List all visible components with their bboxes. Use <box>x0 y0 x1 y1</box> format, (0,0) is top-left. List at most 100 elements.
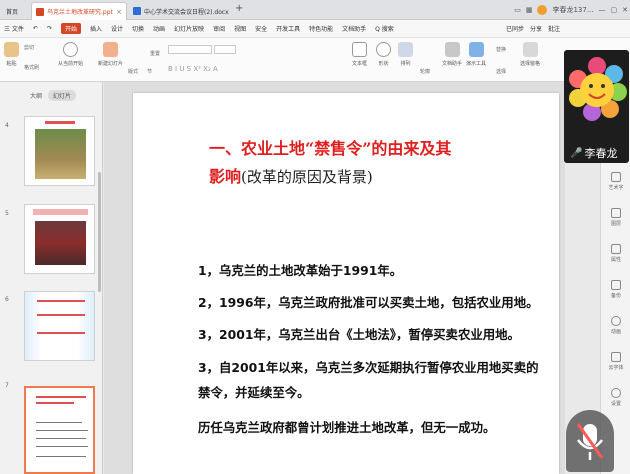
sync-status[interactable]: 已同步 <box>506 24 524 33</box>
thumb-line <box>36 396 86 398</box>
menu-design[interactable]: 设计 <box>111 24 123 33</box>
slide-bullet-4-cont[interactable]: 禁令，并延续至今。 <box>198 383 310 401</box>
slide-thumbnail-6[interactable] <box>24 291 95 361</box>
backup-tool[interactable]: 备份 <box>601 280 630 299</box>
mute-toggle-button[interactable] <box>566 410 614 472</box>
undo-icon[interactable]: ↶ <box>33 25 38 32</box>
grid-icon[interactable]: ▦ <box>526 6 533 14</box>
menu-search[interactable]: Q 搜索 <box>375 24 394 33</box>
slide-conclusion[interactable]: 历任乌克兰政府都曾计划推进土地改革，但无一成功。 <box>198 418 495 436</box>
window-layout-icon[interactable]: ▭ <box>514 6 521 14</box>
select-button[interactable]: 选择 <box>496 68 506 75</box>
font-name-select[interactable] <box>168 45 212 54</box>
format-painter-button[interactable]: 格式刷 <box>24 64 39 71</box>
thumb-line <box>36 422 82 423</box>
ppt-file-icon <box>36 7 44 16</box>
close-tab-icon[interactable]: × <box>116 8 122 16</box>
layer-tool[interactable]: 图层 <box>601 208 630 227</box>
shape-button[interactable]: 形状 <box>376 42 391 67</box>
ribbon-toolbar: 粘贴 剪切 格式刷 从当前开始 新建幻灯片 版式 节 重置 B I U S X²… <box>0 38 630 82</box>
section-button[interactable]: 节 <box>147 68 152 75</box>
arrange-icon <box>398 42 413 57</box>
panel-scrollbar[interactable] <box>98 172 101 292</box>
comment-button[interactable]: 批注 <box>548 24 560 33</box>
textbox-button[interactable]: 文本框 <box>352 42 367 67</box>
font-format-icons[interactable]: B I U S X² X₂ A <box>168 65 218 73</box>
close-window-icon[interactable]: ✕ <box>622 6 628 14</box>
slide-title-line1[interactable]: 一、农业土地“禁售令”的由来及其 <box>209 135 451 159</box>
select-pane-icon <box>522 42 538 57</box>
backup-icon <box>611 280 621 290</box>
presenter-tools-button[interactable]: 演示工具 <box>466 42 486 67</box>
tab-presentation[interactable]: 乌克兰土地改革研究.ppt × <box>31 2 127 20</box>
slide-title-line2[interactable]: 影响(改革的原因及背景) <box>209 163 373 187</box>
property-icon <box>611 244 621 254</box>
minimize-icon[interactable]: — <box>599 6 606 14</box>
slide-bullet-3[interactable]: 3，2001年，乌克兰出台《土地法》，暂停买卖农业用地。 <box>198 325 520 343</box>
menu-features[interactable]: 特色功能 <box>309 24 333 33</box>
select-pane-button[interactable]: 选择窗格 <box>520 42 540 67</box>
cloud-font-icon <box>611 352 621 362</box>
tab-home[interactable]: 首页 <box>2 2 30 20</box>
menu-view[interactable]: 视图 <box>234 24 246 33</box>
slide-bullet-4[interactable]: 3，自2001年以来，乌克兰多次延期执行暂停农业用地买卖的 <box>198 358 538 376</box>
tab-document[interactable]: 中心学术交流会议日程(2).docx <box>129 2 231 20</box>
menu-animation[interactable]: 动画 <box>153 24 165 33</box>
slide-number-7: 7 <box>5 382 9 389</box>
slide-bullet-2[interactable]: 2，1996年，乌克兰政府批准可以买卖土地，包括农业用地。 <box>198 293 538 311</box>
paste-button[interactable]: 粘贴 <box>4 42 19 67</box>
menu-developer[interactable]: 开发工具 <box>276 24 300 33</box>
text-assistant-icon <box>444 42 460 57</box>
slide-number-6: 6 <box>5 296 9 303</box>
video-call-tile[interactable]: 🎤 李春龙 <box>564 50 629 163</box>
settings-tool[interactable]: 设置 <box>601 388 630 407</box>
property-tool[interactable]: 属性 <box>601 244 630 263</box>
slide-thumbnail-7[interactable] <box>24 386 95 474</box>
redo-icon[interactable]: ↷ <box>47 25 52 32</box>
arrange-button[interactable]: 排列 <box>398 42 413 67</box>
layout-button[interactable]: 版式 <box>128 68 138 75</box>
wordart-icon <box>611 172 621 182</box>
slide-thumbnail-4[interactable] <box>24 116 95 186</box>
outline-button[interactable]: 轮廓 <box>420 68 430 75</box>
shape-icon <box>376 42 391 57</box>
thumb-title-bar <box>33 209 88 215</box>
menu-transition[interactable]: 切换 <box>132 24 144 33</box>
new-tab-button[interactable]: + <box>235 3 243 14</box>
play-from-current-button[interactable]: 从当前开始 <box>58 42 83 67</box>
menu-assistant[interactable]: 文档助手 <box>342 24 366 33</box>
menu-home[interactable]: 开始 <box>60 23 81 34</box>
wps-presentation-window: 首页 乌克兰土地改革研究.ppt × 中心学术交流会议日程(2).docx + … <box>0 0 630 474</box>
text-assistant-button[interactable]: 文档助手 <box>442 42 462 67</box>
animation-icon <box>611 316 621 326</box>
new-slide-button[interactable]: 新建幻灯片 <box>98 42 123 67</box>
cloud-font-tool[interactable]: 云字体 <box>601 352 630 371</box>
avatar-flower-image <box>569 57 627 121</box>
replace-button[interactable]: 替换 <box>496 46 506 53</box>
restore-icon[interactable]: ▢ <box>611 6 618 14</box>
flower-eye-left <box>589 84 593 88</box>
menu-slideshow[interactable]: 幻灯片放映 <box>174 24 204 33</box>
slide-bullet-1[interactable]: 1，乌克兰的土地改革始于1991年。 <box>198 261 402 279</box>
flower-eye-right <box>601 84 605 88</box>
animation-tool[interactable]: 动画 <box>601 316 630 335</box>
menu-review[interactable]: 审阅 <box>213 24 225 33</box>
mic-active-icon: 🎤 <box>570 147 583 159</box>
reset-button[interactable]: 重置 <box>150 50 160 57</box>
wordart-tool[interactable]: 艺术字 <box>601 172 630 191</box>
user-avatar[interactable] <box>537 5 548 15</box>
menu-file[interactable]: 三 文件 <box>4 24 24 33</box>
thumb-line <box>36 438 86 439</box>
slide-title-red: 影响 <box>209 167 242 186</box>
user-name[interactable]: 李春龙137... <box>552 5 593 15</box>
thumb-line <box>37 314 85 316</box>
menu-insert[interactable]: 插入 <box>90 24 102 33</box>
share-button[interactable]: 分享 <box>530 24 542 33</box>
slide-thumbnail-5[interactable] <box>24 204 95 274</box>
menu-security[interactable]: 安全 <box>255 24 267 33</box>
tab-slides[interactable]: 幻灯片 <box>48 90 77 101</box>
current-slide[interactable]: 一、农业土地“禁售令”的由来及其 影响(改革的原因及背景) 1，乌克兰的土地改革… <box>133 93 559 474</box>
font-size-select[interactable] <box>214 45 236 54</box>
cut-button[interactable]: 剪切 <box>24 44 34 51</box>
tab-outline[interactable]: 大纲 <box>30 91 42 100</box>
